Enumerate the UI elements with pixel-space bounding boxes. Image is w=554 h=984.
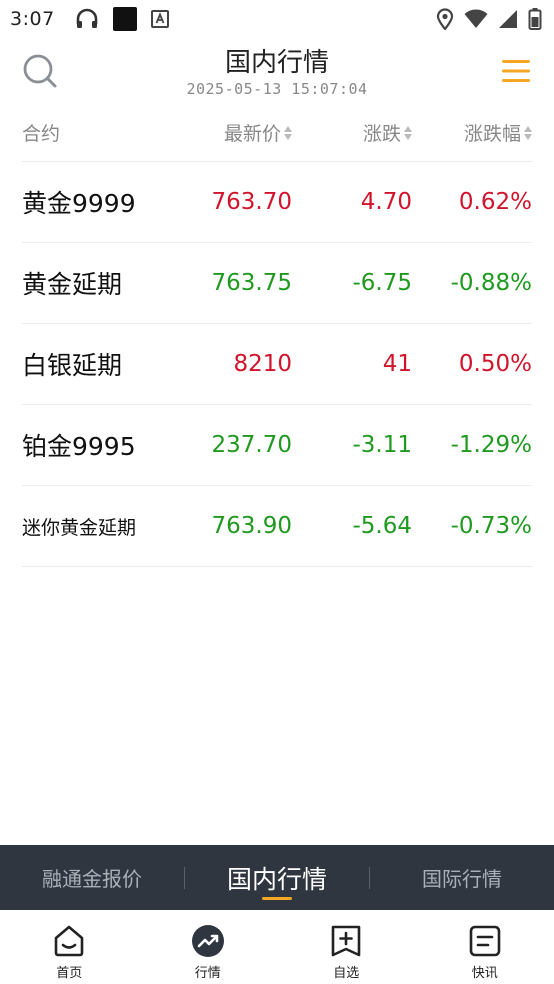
page-header: 国内行情 2025-05-13 15:07:04 bbox=[0, 38, 554, 102]
column-name: 合约 bbox=[22, 123, 61, 145]
contract-name: 黄金延期 bbox=[22, 270, 123, 299]
quote-row[interactable]: 黄金9999 763.70 4.70 0.62% bbox=[22, 162, 532, 243]
headphones-icon bbox=[76, 8, 97, 28]
nav-label: 自选 bbox=[333, 966, 360, 981]
latest-price: 763.90 bbox=[211, 513, 292, 539]
latest-price: 237.70 bbox=[211, 432, 292, 458]
sort-icon bbox=[524, 125, 532, 140]
contract-name: 铂金9995 bbox=[22, 432, 136, 461]
wifi-icon bbox=[464, 9, 488, 28]
price-change-percent: -1.29% bbox=[450, 432, 532, 458]
price-change-percent: 0.62% bbox=[458, 189, 532, 215]
menu-icon[interactable] bbox=[500, 56, 532, 86]
home-icon bbox=[54, 925, 84, 957]
price-change: -5.64 bbox=[352, 513, 412, 539]
nav-news[interactable]: 快讯 bbox=[416, 910, 554, 984]
quote-table-header: 合约 最新价 涨跌 涨跌幅 bbox=[22, 104, 532, 162]
price-change-percent: 0.50% bbox=[458, 351, 532, 377]
sort-icon bbox=[404, 125, 412, 140]
status-time: 3:07 bbox=[10, 8, 55, 30]
font-notification-icon bbox=[150, 10, 169, 28]
add-favorite-icon bbox=[331, 925, 361, 957]
latest-price: 8210 bbox=[233, 351, 292, 377]
quote-row[interactable]: 白银延期 8210 41 0.50% bbox=[22, 324, 532, 405]
quote-list: 黄金9999 763.70 4.70 0.62% 黄金延期 763.75 -6.… bbox=[22, 162, 532, 567]
news-icon bbox=[469, 925, 501, 957]
quote-timestamp: 2025-05-13 15:07:04 bbox=[186, 80, 368, 98]
column-percent-sort[interactable]: 涨跌幅 bbox=[412, 119, 532, 146]
page-title: 国内行情 bbox=[224, 48, 329, 78]
tab-domestic-market[interactable]: 国内行情 bbox=[185, 845, 369, 910]
sort-icon bbox=[284, 125, 292, 140]
nav-favorites[interactable]: 自选 bbox=[277, 910, 416, 984]
nav-home[interactable]: 首页 bbox=[0, 910, 139, 984]
price-change-percent: -0.88% bbox=[450, 270, 532, 296]
contract-name: 迷你黄金延期 bbox=[22, 516, 137, 539]
price-change: 41 bbox=[382, 351, 412, 377]
price-change: 4.70 bbox=[360, 189, 412, 215]
quote-row[interactable]: 黄金延期 763.75 -6.75 -0.88% bbox=[22, 243, 532, 324]
nav-market[interactable]: 行情 bbox=[139, 910, 278, 984]
contract-name: 白银延期 bbox=[22, 351, 123, 380]
app-notification-icon bbox=[112, 7, 137, 31]
price-change: -6.75 bbox=[352, 270, 412, 296]
tab-rongtongjin-quote[interactable]: 融通金报价 bbox=[0, 845, 184, 910]
price-change-percent: -0.73% bbox=[450, 513, 532, 539]
market-tab-strip: 融通金报价 国内行情 国际行情 bbox=[0, 845, 554, 910]
latest-price: 763.75 bbox=[211, 270, 292, 296]
latest-price: 763.70 bbox=[211, 189, 292, 215]
column-price-sort[interactable]: 最新价 bbox=[172, 119, 292, 146]
price-change: -3.11 bbox=[352, 432, 412, 458]
quote-row[interactable]: 迷你黄金延期 763.90 -5.64 -0.73% bbox=[22, 486, 532, 567]
quote-row[interactable]: 铂金9995 237.70 -3.11 -1.29% bbox=[22, 405, 532, 486]
column-change-sort[interactable]: 涨跌 bbox=[292, 119, 412, 146]
battery-icon bbox=[528, 8, 542, 30]
status-bar: 3:07 bbox=[0, 0, 554, 38]
trend-icon bbox=[191, 925, 224, 957]
tab-international-market[interactable]: 国际行情 bbox=[370, 845, 554, 910]
signal-icon bbox=[499, 10, 517, 28]
nav-label: 首页 bbox=[56, 966, 83, 981]
nav-label: 快讯 bbox=[471, 966, 498, 981]
location-icon bbox=[436, 8, 454, 30]
bottom-navigation: 首页 行情 自选 快讯 bbox=[0, 910, 554, 984]
contract-name: 黄金9999 bbox=[22, 189, 136, 218]
nav-label: 行情 bbox=[194, 966, 221, 981]
